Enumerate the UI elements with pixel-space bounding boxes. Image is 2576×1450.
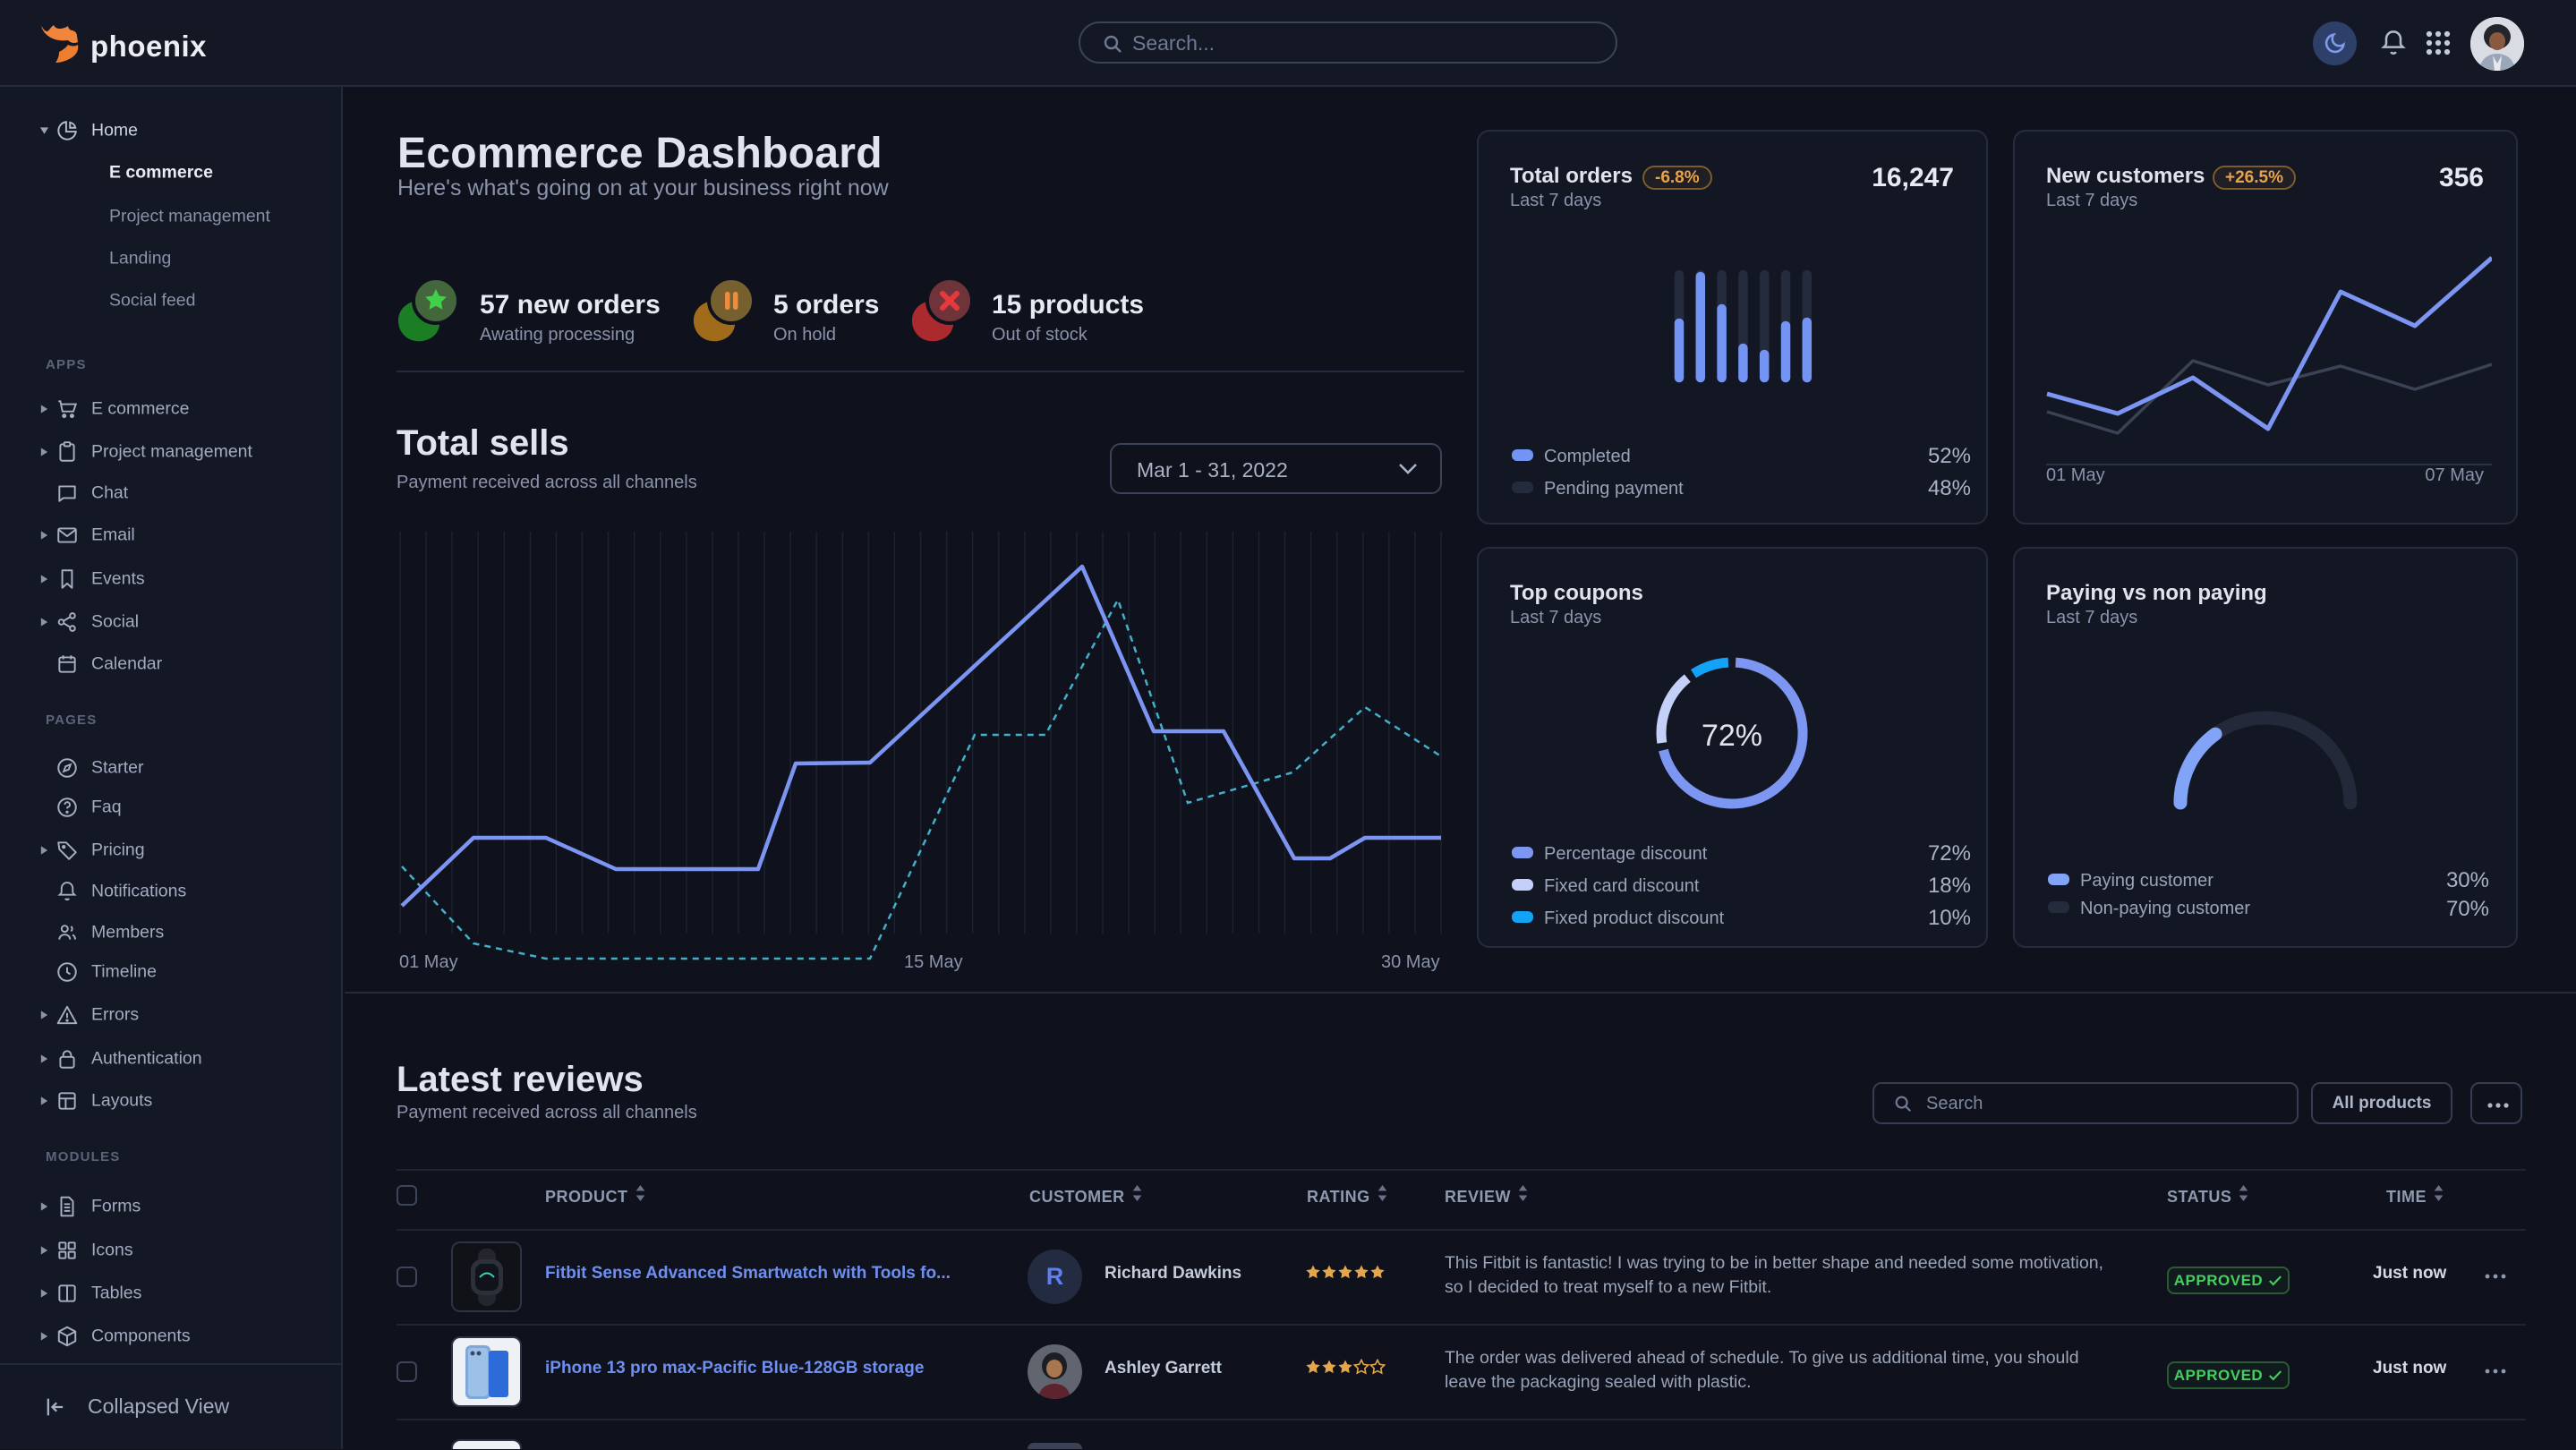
svg-text:72%: 72%	[1702, 719, 1762, 753]
